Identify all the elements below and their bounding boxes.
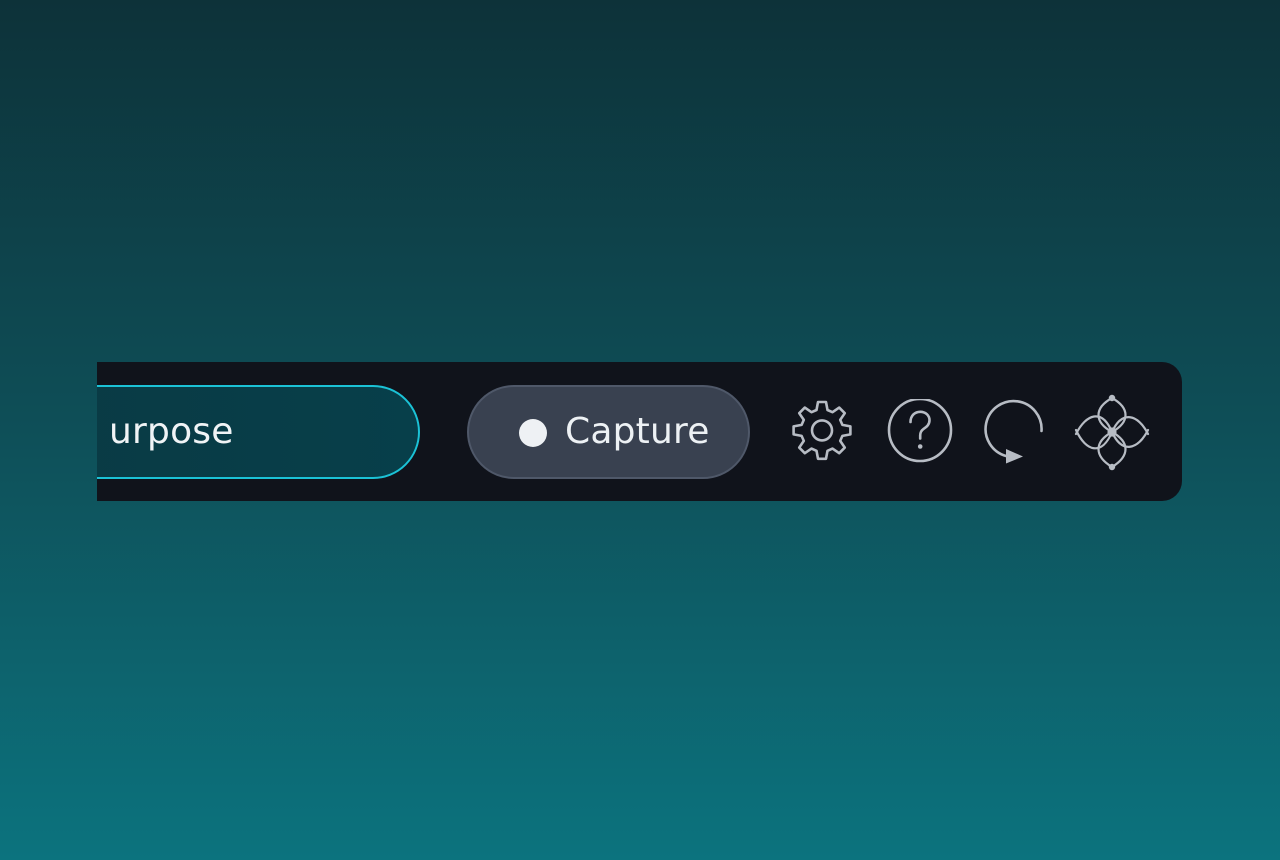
settings-button[interactable]	[789, 399, 855, 465]
settings-gear-icon	[792, 400, 852, 461]
purpose-input-value: urpose	[109, 411, 234, 452]
help-button[interactable]	[887, 399, 953, 465]
capture-button-label: Capture	[565, 411, 710, 452]
toolbar: urpose Capture	[97, 362, 1182, 501]
wave-logo-button[interactable]	[1072, 392, 1152, 472]
purpose-input[interactable]: urpose	[97, 385, 420, 479]
capture-button[interactable]: Capture	[467, 385, 750, 479]
help-question-icon	[887, 399, 953, 463]
record-dot-icon	[519, 419, 547, 447]
refresh-button[interactable]	[982, 399, 1048, 465]
wave-logo-icon	[1074, 394, 1150, 471]
refresh-icon	[984, 399, 1043, 464]
